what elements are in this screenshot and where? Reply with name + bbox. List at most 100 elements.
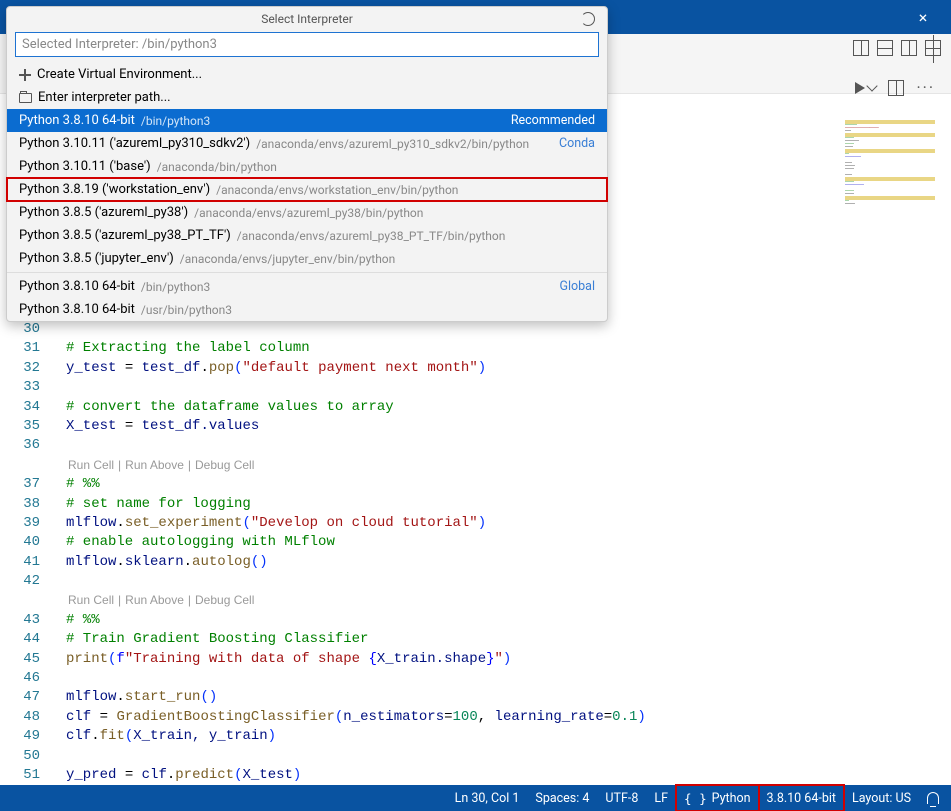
interpreter-option[interactable]: Python 3.8.5 ('azureml_py38_PT_TF') /ana… (7, 224, 607, 247)
line-number: 37 (0, 475, 40, 494)
split-editor-icon[interactable] (888, 80, 904, 96)
create-virtual-env[interactable]: Create Virtual Environment... (7, 63, 607, 86)
interpreter-path: /bin/python3 (141, 114, 210, 128)
status-keyboard-layout[interactable]: Layout: US (844, 785, 919, 811)
code-line: # enable autologging with MLflow (66, 533, 951, 552)
interpreter-path: /anaconda/envs/jupyter_env/bin/python (180, 252, 396, 266)
status-language-label: Python (712, 791, 751, 806)
interpreter-name: Python 3.10.11 ('base') (19, 159, 151, 174)
layout-toggle-secondary-icon[interactable] (901, 40, 917, 56)
folder-icon (19, 93, 32, 103)
window-close-button[interactable]: × (903, 0, 943, 34)
interpreter-option[interactable]: Python 3.8.5 ('azureml_py38') /anaconda/… (7, 201, 607, 224)
line-number: 44 (0, 630, 40, 649)
code-line (66, 669, 951, 688)
interpreter-path: /anaconda/bin/python (157, 160, 277, 174)
line-number-gutter: 30313233343536 373839404142 434445464748… (0, 320, 54, 785)
interpreter-option[interactable]: Python 3.8.19 ('workstation_env') /anaco… (7, 178, 607, 201)
code-editor[interactable]: 30313233343536 373839404142 434445464748… (0, 320, 951, 785)
interpreter-tag: Conda (559, 136, 595, 151)
interpreter-path: /bin/python3 (141, 280, 210, 294)
interpreter-path: /usr/bin/python3 (141, 303, 232, 317)
line-number: 50 (0, 747, 40, 766)
interpreter-tag: Global (559, 279, 595, 294)
interpreter-name: Python 3.8.10 64-bit (19, 302, 135, 317)
play-icon (855, 82, 865, 94)
interpreter-option[interactable]: Python 3.8.10 64-bit /usr/bin/python3 (7, 298, 607, 321)
line-number: 31 (0, 339, 40, 358)
line-number: 39 (0, 514, 40, 533)
picker-title: Select Interpreter (7, 7, 607, 30)
code-line: X_test = test_df.values (66, 417, 951, 436)
interpreter-name: Python 3.8.5 ('azureml_py38_PT_TF') (19, 228, 231, 243)
interpreter-option[interactable]: Python 3.8.5 ('jupyter_env') /anaconda/e… (7, 247, 607, 270)
code-line: y_test = test_df.pop("default payment ne… (66, 359, 951, 378)
chevron-down-icon (867, 80, 878, 91)
code-line: # %% (66, 611, 951, 630)
status-language-mode[interactable]: { } Python (676, 785, 758, 811)
line-number: 47 (0, 688, 40, 707)
interpreter-option[interactable]: Python 3.10.11 ('base') /anaconda/bin/py… (7, 155, 607, 178)
code-line: clf.fit(X_train, y_train) (66, 727, 951, 746)
code-line: mlflow.sklearn.autolog() (66, 553, 951, 572)
code-line (66, 320, 951, 339)
line-number: 35 (0, 417, 40, 436)
interpreter-path: /anaconda/envs/azureml_py38/bin/python (194, 206, 423, 220)
code-line: clf = GradientBoostingClassifier(n_estim… (66, 708, 951, 727)
status-encoding[interactable]: UTF-8 (597, 785, 646, 811)
interpreter-option[interactable]: Python 3.8.10 64-bit /bin/python3Recomme… (7, 109, 607, 132)
run-button[interactable] (855, 82, 876, 94)
code-line (66, 436, 951, 455)
code-line (66, 572, 951, 591)
interpreter-picker: Select Interpreter Selected Interpreter:… (6, 6, 608, 322)
codelens[interactable]: Run Cell|Run Above|Debug Cell (66, 456, 951, 475)
more-actions-button[interactable]: ··· (916, 78, 935, 97)
code-line: mlflow.start_run() (66, 688, 951, 707)
layout-toggle-panel-icon[interactable] (877, 40, 893, 56)
status-spaces[interactable]: Spaces: 4 (527, 785, 597, 811)
code-line: y_pred = clf.predict(X_test) (66, 766, 951, 785)
code-line: # convert the dataframe values to array (66, 398, 951, 417)
picker-separator (7, 272, 607, 273)
plus-icon (19, 69, 31, 81)
codelens[interactable]: Run Cell|Run Above|Debug Cell (66, 591, 951, 610)
interpreter-name: Python 3.8.19 ('workstation_env') (19, 182, 210, 197)
interpreter-list-global: Python 3.8.10 64-bit /bin/python3 Global P… (7, 275, 607, 321)
line-number: 48 (0, 708, 40, 727)
code-line: print(f"Training with data of shape {X_t… (66, 650, 951, 669)
line-number: 33 (0, 378, 40, 397)
line-number: 36 (0, 436, 40, 455)
interpreter-tag: Recommended (511, 113, 595, 128)
interpreter-path: /anaconda/envs/azureml_py38_PT_TF/bin/py… (237, 229, 506, 243)
layout-customize-icon[interactable] (925, 40, 941, 56)
code-line: # set name for logging (66, 495, 951, 514)
bell-icon (927, 792, 939, 804)
status-interpreter-label: 3.8.10 64-bit (767, 791, 836, 806)
status-bar: Ln 30, Col 1 Spaces: 4 UTF-8 LF { } Pyth… (0, 785, 951, 811)
status-python-interpreter[interactable]: 3.8.10 64-bit (759, 785, 844, 811)
line-number: 41 (0, 553, 40, 572)
status-line-col[interactable]: Ln 30, Col 1 (447, 785, 528, 811)
interpreter-search-input[interactable]: Selected Interpreter: /bin/python3 (15, 32, 599, 57)
status-notifications[interactable] (919, 785, 947, 811)
line-number: 46 (0, 669, 40, 688)
line-number: 43 (0, 611, 40, 630)
braces-icon: { } (684, 791, 707, 806)
layout-toggle-sidebar-icon[interactable] (853, 40, 869, 56)
status-eol[interactable]: LF (646, 785, 676, 811)
code-line: mlflow.set_experiment("Develop on cloud … (66, 514, 951, 533)
code-line: # Extracting the label column (66, 339, 951, 358)
interpreter-name: Python 3.8.5 ('jupyter_env') (19, 251, 174, 266)
interpreter-option[interactable]: Python 3.10.11 ('azureml_py310_sdkv2') /… (7, 132, 607, 155)
code-line: # %% (66, 475, 951, 494)
interpreter-name: Python 3.10.11 ('azureml_py310_sdkv2') (19, 136, 250, 151)
refresh-icon[interactable] (581, 12, 595, 26)
interpreter-option[interactable]: Python 3.8.10 64-bit /bin/python3Global (7, 275, 607, 298)
line-number: 42 (0, 572, 40, 591)
enter-interpreter-path[interactable]: Enter interpreter path... (7, 86, 607, 109)
code-line (66, 378, 951, 397)
line-number: 34 (0, 398, 40, 417)
line-number: 51 (0, 766, 40, 785)
create-env-label: Create Virtual Environment... (37, 67, 202, 82)
interpreter-path: /anaconda/envs/workstation_env/bin/pytho… (216, 183, 458, 197)
